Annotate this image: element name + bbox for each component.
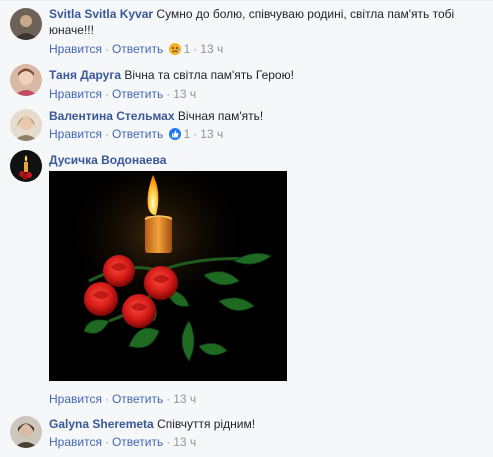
like-link[interactable]: Нравится: [49, 435, 102, 449]
separator: ·: [104, 392, 109, 406]
reaction-count[interactable]: 1: [184, 42, 191, 56]
separator: ·: [104, 435, 109, 449]
like-link[interactable]: Нравится: [49, 42, 102, 56]
separator: ·: [166, 435, 171, 449]
separator: ·: [193, 127, 198, 141]
comment-text: Вічная пам'ять!: [177, 109, 264, 123]
avatar[interactable]: [10, 109, 42, 141]
avatar[interactable]: [10, 8, 42, 40]
separator: ·: [104, 42, 109, 56]
reply-link[interactable]: Ответить: [112, 87, 163, 101]
like-link[interactable]: Нравится: [49, 392, 102, 406]
separator: ·: [104, 127, 109, 141]
reaction-count[interactable]: 1: [184, 127, 191, 141]
comment-text: Співчуття рідним!: [157, 417, 256, 431]
comment-actions: Нравится · Ответить 1 · 13 ч: [49, 126, 223, 142]
reply-link[interactable]: Ответить: [112, 392, 163, 406]
reply-link[interactable]: Ответить: [112, 435, 163, 449]
comment-body: Валентина Стельмах Вічная пам'ять!: [49, 108, 487, 124]
comment-body: Дусичка Водонаева: [49, 152, 487, 168]
like-link[interactable]: Нравится: [49, 127, 102, 141]
timestamp[interactable]: 13 ч: [173, 87, 196, 101]
reply-link[interactable]: Ответить: [112, 127, 163, 141]
commenter-name[interactable]: Galyna Sheremeta: [49, 417, 154, 431]
avatar[interactable]: [10, 150, 42, 182]
reply-link[interactable]: Ответить: [112, 42, 163, 56]
comment-body: Galyna Sheremeta Співчуття рідним!: [49, 416, 487, 432]
comment-body: Таня Даруга Вічна та світла пам'ять Геро…: [49, 67, 487, 83]
timestamp[interactable]: 13 ч: [173, 392, 196, 406]
comment-body: Svitla Svitla Kyvar Сумно до болю, співч…: [49, 6, 487, 38]
avatar[interactable]: [10, 416, 42, 448]
attached-image[interactable]: [49, 171, 287, 381]
timestamp[interactable]: 13 ч: [173, 435, 196, 449]
commenter-name[interactable]: Svitla Svitla Kyvar: [49, 7, 153, 21]
commenter-name[interactable]: Дусичка Водонаева: [49, 153, 166, 167]
like-link[interactable]: Нравится: [49, 87, 102, 101]
sad-reaction-icon[interactable]: [168, 43, 181, 55]
commenter-name[interactable]: Валентина Стельмах: [49, 109, 175, 123]
commenter-name[interactable]: Таня Даруга: [49, 68, 121, 82]
top-divider: [0, 0, 493, 1]
timestamp[interactable]: 13 ч: [200, 127, 223, 141]
comment-actions: Нравится · Ответить · 13 ч: [49, 86, 196, 102]
separator: ·: [193, 42, 198, 56]
comment-actions: Нравится · Ответить 1 · 13 ч: [49, 41, 223, 57]
separator: ·: [166, 392, 171, 406]
timestamp[interactable]: 13 ч: [200, 42, 223, 56]
comment-actions: Нравится · Ответить · 13 ч: [49, 434, 196, 450]
separator: ·: [104, 87, 109, 101]
separator: ·: [166, 87, 171, 101]
comment-actions: Нравится · Ответить · 13 ч: [49, 391, 196, 407]
like-reaction-icon[interactable]: [168, 128, 181, 140]
avatar[interactable]: [10, 64, 42, 96]
comment-text: Вічна та світла пам'ять Герою!: [124, 68, 294, 82]
